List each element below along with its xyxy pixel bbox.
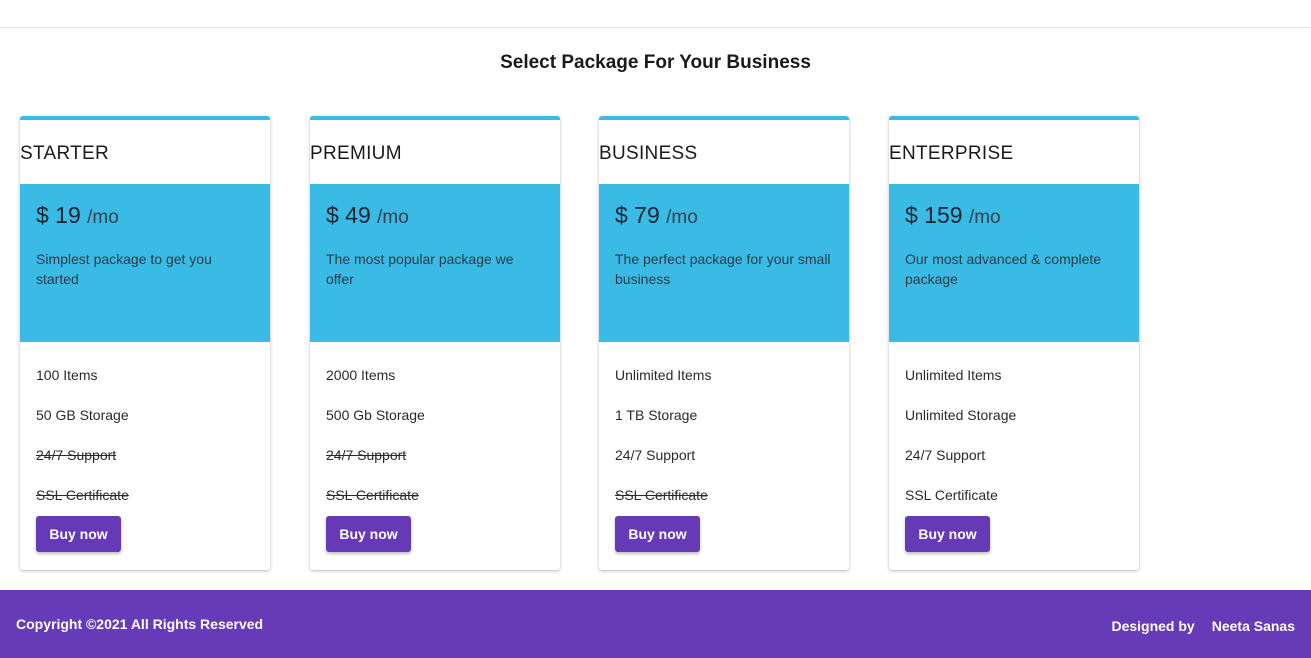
feature-item: 24/7 Support [615,447,696,463]
buy-now-button-business[interactable]: Buy now [615,516,700,552]
price-amount: $ 49 [326,202,371,228]
top-bar [0,0,1311,28]
designer-credit: Designed by Neeta Sanas [1111,618,1295,634]
plan-price: $ 159 /mo [905,202,1123,229]
feature-item-excluded: 24/7 Support [326,447,407,463]
price-amount: $ 159 [905,202,963,228]
plan-name: ENTERPRISE [889,143,1014,164]
feature-item: 2000 Items [326,367,396,383]
feature-list: 2000 Items 500 Gb Storage 24/7 Support S… [310,342,560,552]
plan-price: $ 49 /mo [326,202,544,229]
plan-name: BUSINESS [599,143,698,164]
plan-price: $ 19 /mo [36,202,254,229]
plan-price: $ 79 /mo [615,202,833,229]
feature-item: Unlimited Items [905,367,1002,383]
feature-list: Unlimited Items 1 TB Storage 24/7 Suppor… [599,342,849,552]
plan-tagline: Simplest package to get you started [36,251,212,287]
price-panel: $ 79 /mo The perfect package for your sm… [599,184,849,342]
price-panel: $ 49 /mo The most popular package we off… [310,184,560,342]
price-period: /mo [968,207,1001,228]
buy-now-button-premium[interactable]: Buy now [326,516,411,552]
price-amount: $ 19 [36,202,81,228]
price-amount: $ 79 [615,202,660,228]
feature-item: 100 Items [36,367,98,383]
copyright-text: Copyright ©2021 All Rights Reserved [16,616,264,632]
price-period: /mo [87,207,119,228]
designer-name: Neeta Sanas [1211,618,1295,634]
price-period: /mo [666,207,698,228]
price-panel: $ 159 /mo Our most advanced & complete p… [889,184,1139,342]
feature-list: Unlimited Items Unlimited Storage 24/7 S… [889,342,1139,552]
feature-item: Unlimited Items [615,367,712,383]
feature-item: 24/7 Support [905,447,986,463]
buy-now-button-enterprise[interactable]: Buy now [905,516,990,552]
plan-name: PREMIUM [310,143,402,164]
plan-tagline: Our most advanced & complete package [905,251,1102,287]
plan-tagline: The perfect package for your small busin… [615,251,831,287]
feature-list: 100 Items 50 GB Storage 24/7 Support SSL… [20,342,270,552]
plan-card-enterprise: ENTERPRISE $ 159 /mo Our most advanced &… [889,116,1139,570]
feature-item-excluded: 24/7 Support [36,447,117,463]
footer: Copyright ©2021 All Rights Reserved Desi… [0,590,1311,658]
price-period: /mo [377,207,409,228]
feature-item: 50 GB Storage [36,407,129,423]
feature-item: Unlimited Storage [905,407,1017,423]
plan-card-premium: PREMIUM $ 49 /mo The most popular packag… [310,116,560,570]
designed-by-label: Designed by [1111,618,1195,634]
price-panel: $ 19 /mo Simplest package to get you sta… [20,184,270,342]
buy-now-button-starter[interactable]: Buy now [36,516,121,552]
page-title: Select Package For Your Business [500,52,811,73]
plan-tagline: The most popular package we offer [326,251,514,287]
plan-card-business: BUSINESS $ 79 /mo The perfect package fo… [599,116,849,570]
plan-name: STARTER [20,143,110,164]
plan-card-starter: STARTER $ 19 /mo Simplest package to get… [20,116,270,570]
feature-item: 1 TB Storage [615,407,698,423]
feature-item: 500 Gb Storage [326,407,425,423]
